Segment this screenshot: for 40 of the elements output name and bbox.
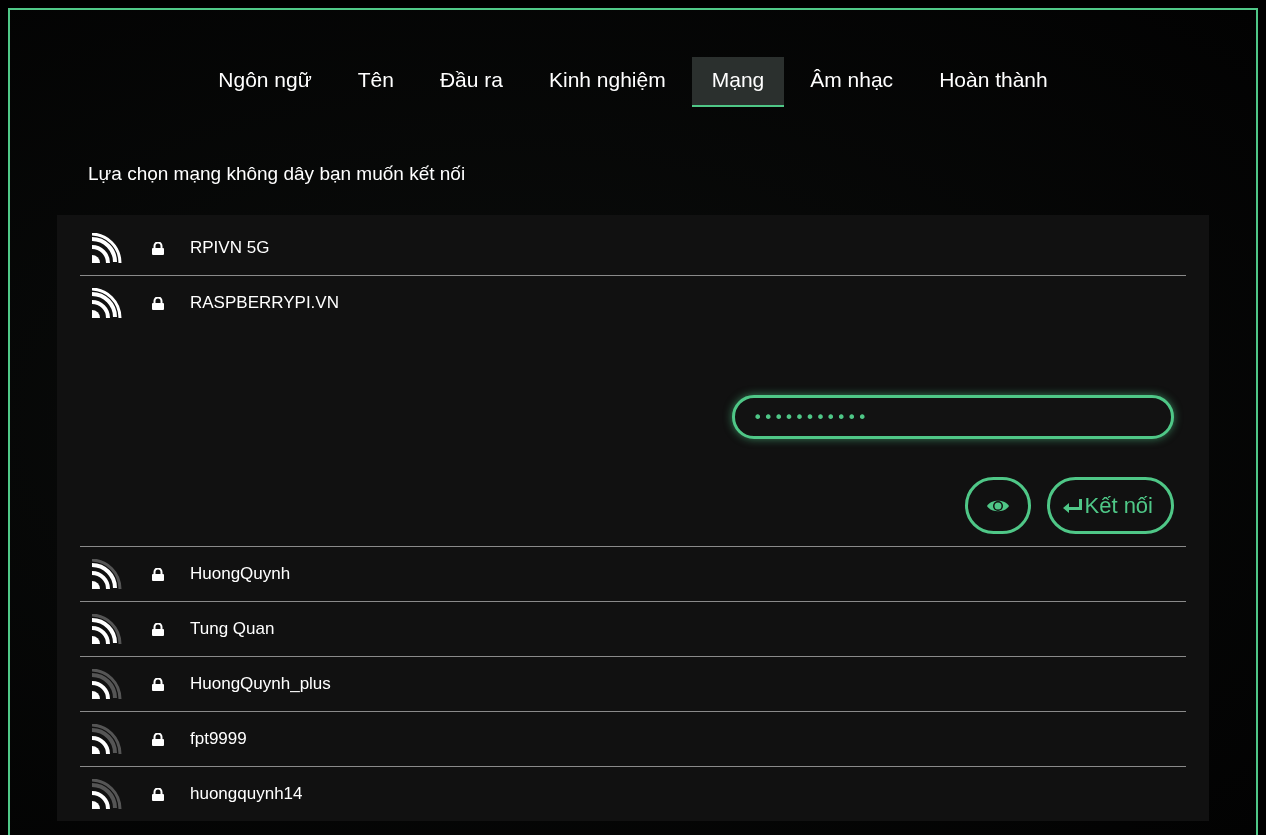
instruction-text: Lựa chọn mạng không dây bạn muốn kết nối [88,163,467,185]
wifi-signal-icon [92,614,122,644]
tab[interactable]: Đầu ra [419,57,523,107]
tab[interactable]: Hoàn thành [919,57,1068,107]
wifi-signal-icon [92,724,122,754]
connect-button[interactable]: Kết nối [1046,477,1174,534]
tab[interactable]: Tên [337,57,414,107]
password-field[interactable]: ••••••••••• [732,395,1174,439]
network-item[interactable]: RPIVN 5G [80,221,1186,275]
network-name: RPIVN 5G [190,238,270,258]
tab[interactable]: Âm nhạc [790,57,914,107]
network-item[interactable]: Tung Quan [80,602,1186,656]
network-name: Tung Quan [190,619,275,639]
lock-icon [152,732,164,746]
tab[interactable]: Mạng [691,57,785,107]
lock-icon [152,567,164,581]
wifi-signal-icon [92,559,122,589]
lock-icon [152,296,164,310]
tab[interactable]: Ngôn ngữ [198,57,332,107]
network-name: fpt9999 [190,729,247,749]
network-name: huongquynh14 [190,784,303,804]
network-name: RASPBERRYPI.VN [190,293,339,313]
network-item[interactable]: huongquynh14 [80,767,1186,821]
network-item[interactable]: fpt9999 [80,712,1186,766]
network-item[interactable]: HuongQuynh_plus [80,657,1186,711]
network-name: HuongQuynh_plus [190,674,331,694]
wifi-signal-icon [92,288,122,318]
wifi-signal-icon [92,233,122,263]
lock-icon [152,787,164,801]
lock-icon [152,677,164,691]
lock-icon [152,622,164,636]
network-item[interactable]: HuongQuynh [80,547,1186,601]
wifi-signal-icon [92,779,122,809]
tab[interactable]: Kinh nghiệm [528,57,686,107]
wifi-signal-icon [92,669,122,699]
show-password-button[interactable] [964,477,1031,534]
enter-icon [1061,498,1082,513]
lock-icon [152,241,164,255]
network-name: HuongQuynh [190,564,291,584]
network-item[interactable]: RASPBERRYPI.VN [80,276,1186,330]
